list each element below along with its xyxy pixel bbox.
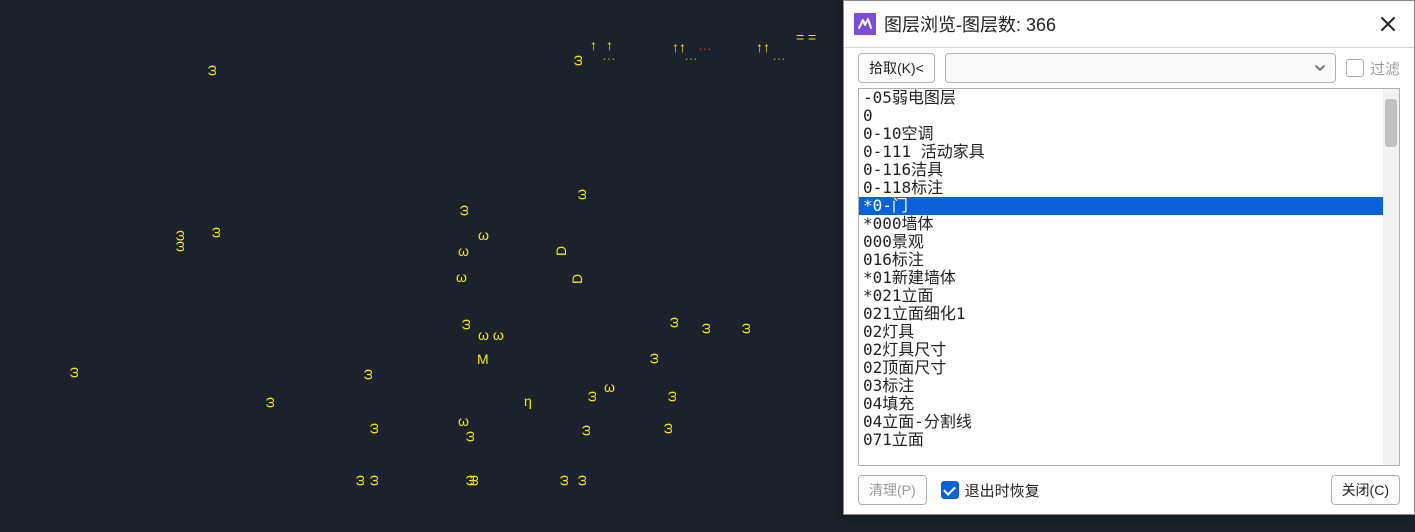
list-item[interactable]: 000景观	[859, 233, 1383, 251]
canvas-symbol: D	[570, 274, 584, 284]
list-item[interactable]: -05弱电图层	[859, 89, 1383, 107]
restore-label: 退出时恢复	[965, 480, 1040, 501]
dialog-titlebar[interactable]: 图层浏览-图层数: 366	[844, 1, 1414, 48]
drawing-canvas[interactable]: ωωωωωωωωωωωωωωωω ωMωωωωηωωωωωωDDωωωωωωω↑…	[0, 0, 843, 532]
canvas-symbol: ↑	[590, 38, 597, 52]
list-item[interactable]: 03标注	[859, 377, 1383, 395]
chevron-down-icon	[1313, 61, 1327, 75]
canvas-symbol: …	[602, 48, 616, 62]
list-item[interactable]: 0	[859, 107, 1383, 125]
canvas-symbol: ω	[458, 414, 469, 428]
canvas-symbol: ω	[738, 323, 752, 334]
list-item[interactable]: 071立面	[859, 431, 1383, 449]
canvas-symbol: ω	[66, 367, 80, 378]
canvas-symbol: ω	[208, 227, 222, 238]
canvas-symbol: ω	[204, 65, 218, 76]
canvas-symbol: η	[524, 394, 532, 408]
canvas-symbol: ω	[366, 475, 380, 486]
layer-list[interactable]: -05弱电图层00-10空调0-111 活动家具0-116洁具0-118标注*0…	[859, 89, 1383, 465]
canvas-symbol: …	[772, 48, 786, 62]
list-item[interactable]: 021立面细化1	[859, 305, 1383, 323]
canvas-symbol: ω	[478, 228, 489, 242]
list-item[interactable]: *0-门	[859, 197, 1383, 215]
canvas-symbol: ω	[458, 319, 472, 330]
filter-label: 过滤	[1370, 58, 1400, 79]
canvas-symbol: ω	[664, 391, 678, 402]
canvas-symbol: ω	[360, 369, 374, 380]
dialog-footer: 清理(P) 退出时恢复 关闭(C)	[844, 466, 1414, 514]
canvas-symbol: M	[477, 352, 489, 366]
canvas-symbol: ω	[366, 423, 380, 434]
canvas-symbol: ω	[462, 431, 476, 442]
list-item[interactable]: 04立面-分割线	[859, 413, 1383, 431]
canvas-symbol: ω	[646, 353, 660, 364]
layer-filter-combo[interactable]	[945, 53, 1336, 83]
canvas-symbol: ω ω	[478, 328, 504, 342]
close-icon[interactable]	[1374, 10, 1402, 38]
canvas-symbol: ω	[570, 55, 584, 66]
canvas-symbol: ω	[698, 323, 712, 334]
canvas-symbol: ω	[574, 189, 588, 200]
restore-checkbox[interactable]: 退出时恢复	[941, 480, 1040, 501]
canvas-symbol: …	[698, 38, 712, 52]
layer-browser-dialog: 图层浏览-图层数: 366 拾取(K)< 过滤 -05弱电图层00-10空调0-…	[843, 0, 1415, 515]
list-item[interactable]: 02灯具尺寸	[859, 341, 1383, 359]
list-item[interactable]: 04填充	[859, 395, 1383, 413]
pick-button[interactable]: 拾取(K)<	[858, 53, 935, 83]
canvas-symbol: ω	[660, 423, 674, 434]
filter-checkbox[interactable]: 过滤	[1346, 58, 1400, 79]
list-item[interactable]: *01新建墙体	[859, 269, 1383, 287]
checkbox-box	[1346, 59, 1364, 77]
canvas-symbol: ω	[458, 244, 469, 258]
canvas-symbol: D	[554, 246, 568, 256]
list-item[interactable]: 0-116洁具	[859, 161, 1383, 179]
canvas-symbol: ω	[262, 397, 276, 408]
scrollbar[interactable]	[1383, 89, 1399, 465]
canvas-symbol: ω	[574, 475, 588, 486]
canvas-symbol: ω	[556, 475, 570, 486]
canvas-symbol: ωω	[172, 230, 186, 252]
list-item[interactable]: 0-111 活动家具	[859, 143, 1383, 161]
scrollbar-thumb[interactable]	[1385, 99, 1397, 147]
canvas-symbol: …	[684, 48, 698, 62]
list-item[interactable]: 016标注	[859, 251, 1383, 269]
canvas-symbol: ω	[466, 475, 480, 486]
list-item[interactable]: 02灯具	[859, 323, 1383, 341]
canvas-symbol: ↑↑	[756, 40, 770, 54]
list-item[interactable]: 0-118标注	[859, 179, 1383, 197]
canvas-symbol: ω	[666, 317, 680, 328]
canvas-symbol: ω	[578, 425, 592, 436]
canvas-symbol: ω	[352, 475, 366, 486]
canvas-symbol: ω	[456, 205, 470, 216]
canvas-symbol: =	[808, 30, 816, 44]
dialog-title: 图层浏览-图层数: 366	[884, 11, 1374, 37]
list-item[interactable]: *021立面	[859, 287, 1383, 305]
canvas-symbol: ω	[584, 391, 598, 402]
clear-button[interactable]: 清理(P)	[858, 475, 927, 505]
app-icon	[854, 13, 876, 35]
dialog-toolbar: 拾取(K)< 过滤	[844, 48, 1414, 88]
checkbox-box	[941, 481, 959, 499]
list-item[interactable]: *000墙体	[859, 215, 1383, 233]
canvas-symbol: ω	[456, 270, 467, 284]
layer-list-container: -05弱电图层00-10空调0-111 活动家具0-116洁具0-118标注*0…	[858, 88, 1400, 466]
list-item[interactable]: 0-10空调	[859, 125, 1383, 143]
close-button[interactable]: 关闭(C)	[1331, 475, 1400, 505]
canvas-symbol: ω	[604, 380, 615, 394]
list-item[interactable]: 02顶面尺寸	[859, 359, 1383, 377]
canvas-symbol: =	[796, 30, 804, 44]
